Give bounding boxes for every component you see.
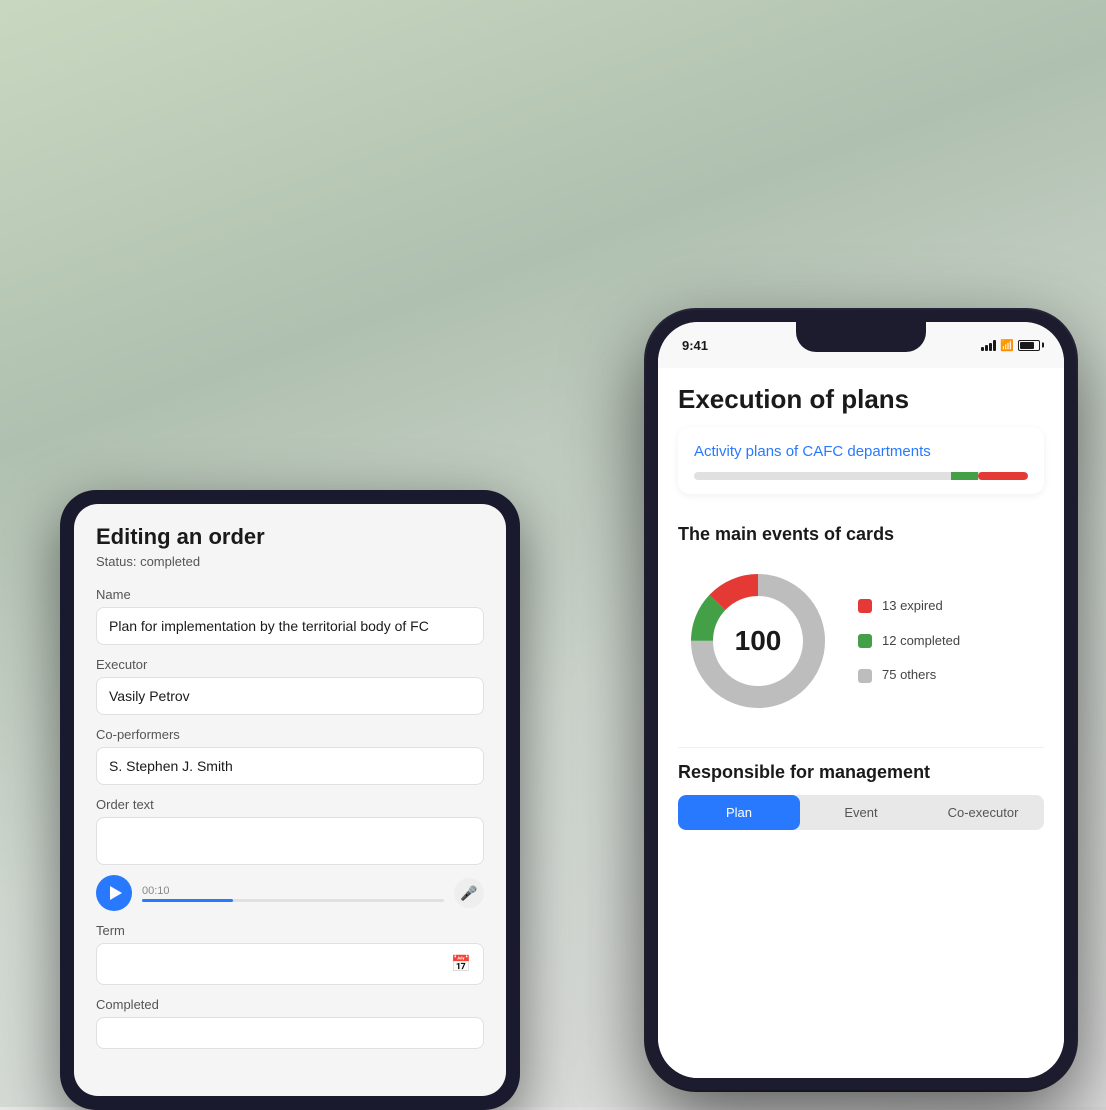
iphone-screen: 9:41 📶 Execution of plans Activity plans — [658, 322, 1064, 1078]
audio-bar-fill — [142, 899, 233, 902]
legend-item-others: 75 others — [858, 667, 960, 684]
donut-center: 100 — [735, 625, 782, 657]
play-button[interactable] — [96, 875, 132, 911]
audio-time: 00:10 — [142, 885, 444, 897]
progress-bar-fill — [978, 472, 1028, 480]
legend-label-others: 75 others — [882, 667, 936, 684]
responsible-section: Responsible for management Plan Event Co… — [678, 747, 1044, 830]
android-title: Editing an order — [96, 524, 484, 550]
status-icons: 📶 — [981, 339, 1040, 352]
term-input[interactable]: 📅 — [96, 943, 484, 985]
tab-plan[interactable]: Plan — [678, 795, 800, 830]
legend: 13 expired 12 completed 75 others — [858, 598, 960, 685]
notch — [796, 322, 926, 352]
term-label: Term — [96, 923, 484, 938]
order-text-label: Order text — [96, 797, 484, 812]
play-icon — [110, 886, 122, 900]
iphone: 9:41 📶 Execution of plans Activity plans — [646, 310, 1076, 1090]
wifi-icon: 📶 — [1000, 339, 1014, 352]
name-label: Name — [96, 587, 484, 602]
events-title: The main events of cards — [678, 524, 1044, 545]
signal-icon — [981, 339, 996, 351]
audio-bar — [142, 899, 444, 902]
audio-player: 00:10 🎤 — [96, 875, 484, 911]
legend-label-expired: 13 expired — [882, 598, 943, 615]
completed-label: Completed — [96, 997, 484, 1012]
android-status: Status: completed — [96, 554, 484, 569]
legend-dot-completed — [858, 634, 872, 648]
android-screen: Editing an order Status: completed Name … — [74, 504, 506, 1096]
co-performers-input[interactable]: S. Stephen J. Smith — [96, 747, 484, 785]
plan-card-title: Activity plans of CAFC departments — [694, 441, 1028, 462]
calendar-icon: 📅 — [451, 954, 471, 974]
executor-label: Executor — [96, 657, 484, 672]
iphone-content: Execution of plans Activity plans of CAF… — [658, 368, 1064, 1078]
donut-chart: 100 — [678, 561, 838, 721]
order-text-input[interactable] — [96, 817, 484, 865]
legend-label-completed: 12 completed — [882, 633, 960, 650]
legend-item-expired: 13 expired — [858, 598, 960, 615]
android-phone: Editing an order Status: completed Name … — [60, 490, 520, 1110]
status-time: 9:41 — [682, 338, 708, 353]
progress-bar-green — [951, 472, 978, 480]
donut-area: 100 13 expired 12 completed — [678, 561, 1044, 721]
completed-input[interactable] — [96, 1017, 484, 1049]
legend-item-completed: 12 completed — [858, 633, 960, 650]
battery-icon — [1018, 340, 1040, 351]
tab-co-executor[interactable]: Co-executor — [922, 795, 1044, 830]
status-bar: 9:41 📶 — [658, 322, 1064, 368]
audio-progress: 00:10 — [142, 885, 444, 902]
name-input[interactable]: Plan for implementation by the territori… — [96, 607, 484, 645]
executor-input[interactable]: Vasily Petrov — [96, 677, 484, 715]
legend-dot-expired — [858, 599, 872, 613]
responsible-title: Responsible for management — [678, 762, 1044, 783]
tab-event[interactable]: Event — [800, 795, 922, 830]
co-performers-label: Co-performers — [96, 727, 484, 742]
mic-button[interactable]: 🎤 — [454, 878, 484, 908]
legend-dot-others — [858, 669, 872, 683]
progress-bar — [694, 472, 1028, 480]
tab-row: Plan Event Co-executor — [678, 795, 1044, 830]
plan-card: Activity plans of CAFC departments — [678, 427, 1044, 494]
page-title: Execution of plans — [678, 368, 1044, 427]
events-section: The main events of cards — [678, 508, 1044, 747]
